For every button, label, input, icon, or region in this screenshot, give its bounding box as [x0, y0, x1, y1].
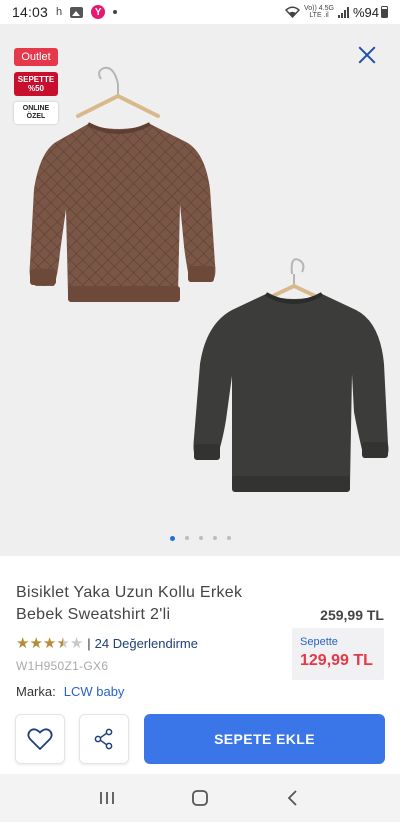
- system-navigation-bar: [0, 774, 400, 822]
- recents-button[interactable]: [92, 783, 122, 813]
- more-notifications-dot-icon: [113, 10, 118, 14]
- sepette-discount-badge: SEPETTE %50: [14, 72, 58, 96]
- brown-sweatshirt: [29, 122, 216, 302]
- network-type-top: Vo)) 4.5G: [304, 5, 334, 12]
- status-bar: 14:03 h Y Vo)) 4.5G LTE .il %94: [0, 0, 400, 24]
- recents-icon: [99, 792, 114, 804]
- action-bar: SEPETE EKLE: [0, 712, 400, 768]
- sepette-badge-line2: %50: [27, 84, 44, 93]
- home-button[interactable]: [185, 783, 215, 813]
- online-badge-line2: ÖZEL: [26, 113, 46, 120]
- brand-label: Marka:: [16, 684, 56, 699]
- back-icon: [288, 790, 297, 806]
- rating-stars: ★ ★ ★ ★ ★: [16, 636, 83, 651]
- brand-link[interactable]: LCW baby: [64, 684, 125, 699]
- status-right: Vo)) 4.5G LTE .il %94: [285, 5, 388, 20]
- dark-sweatshirt: [193, 292, 389, 492]
- share-icon: [94, 728, 113, 750]
- back-button[interactable]: [278, 783, 308, 813]
- pagination-dot[interactable]: [226, 536, 231, 540]
- add-to-cart-button[interactable]: SEPETE EKLE: [144, 714, 385, 764]
- wifi-icon: [285, 6, 300, 18]
- brand-row: Marka: LCW baby: [16, 684, 124, 699]
- status-left: 14:03 h Y: [12, 4, 118, 20]
- product-rating: ★ ★ ★ ★ ★ | 24 Değerlendirme: [16, 636, 198, 651]
- sepette-price-box: Sepette 129,99 TL: [292, 628, 384, 680]
- sepette-badge-line1: SEPETTE: [17, 75, 55, 84]
- hanger-1: [76, 66, 160, 118]
- product-info: Bisiklet Yaka Uzun Kollu Erkek Bebek Swe…: [0, 556, 400, 706]
- online-badge-line1: ONLINE: [22, 105, 50, 112]
- star-full-icon: ★: [42, 635, 57, 652]
- network-type: Vo)) 4.5G LTE .il: [304, 5, 334, 19]
- pagination-dot-active[interactable]: [169, 536, 175, 541]
- product-badges: Outlet SEPETTE %50 ONLINE ÖZEL: [14, 48, 58, 124]
- signal-icon: [337, 6, 349, 18]
- old-price: 259,99 TL: [320, 607, 384, 623]
- pagination-dot[interactable]: [212, 536, 217, 540]
- battery-icon: [381, 6, 388, 18]
- battery-indicator: %94: [353, 5, 388, 20]
- pagination-dot[interactable]: [184, 536, 189, 540]
- status-time: 14:03: [12, 4, 49, 20]
- star-full-icon: ★: [16, 635, 30, 652]
- favorite-button[interactable]: [15, 714, 65, 764]
- star-half-icon: ★: [56, 635, 70, 652]
- battery-level: %94: [352, 4, 379, 20]
- product-image-gallery[interactable]: Outlet SEPETTE %50 ONLINE ÖZEL: [0, 24, 400, 556]
- product-sku: W1H950Z1-GX6: [16, 659, 109, 673]
- home-icon: [192, 790, 208, 806]
- status-indicator: h: [56, 6, 63, 18]
- product-image[interactable]: [0, 24, 400, 556]
- star-empty-icon: ★: [69, 635, 84, 652]
- gallery-notification-icon: [70, 6, 84, 18]
- reviews-link[interactable]: 24 Değerlendirme: [95, 636, 198, 651]
- gallery-pagination: [0, 536, 400, 541]
- app-notification-icon: Y: [91, 5, 106, 19]
- heart-icon: [27, 728, 53, 750]
- product-title: Bisiklet Yaka Uzun Kollu Erkek Bebek Swe…: [16, 584, 243, 623]
- sepette-label: Sepette: [300, 636, 338, 648]
- sepette-price: 129,99 TL: [300, 652, 373, 669]
- pagination-dot[interactable]: [198, 536, 203, 540]
- rating-separator: |: [87, 636, 91, 651]
- star-full-icon: ★: [29, 635, 43, 652]
- close-icon[interactable]: [358, 46, 376, 64]
- outlet-badge: Outlet: [14, 48, 58, 66]
- network-type-bottom: LTE .il: [309, 12, 329, 19]
- share-button[interactable]: [79, 714, 129, 764]
- online-exclusive-badge: ONLINE ÖZEL: [14, 102, 58, 124]
